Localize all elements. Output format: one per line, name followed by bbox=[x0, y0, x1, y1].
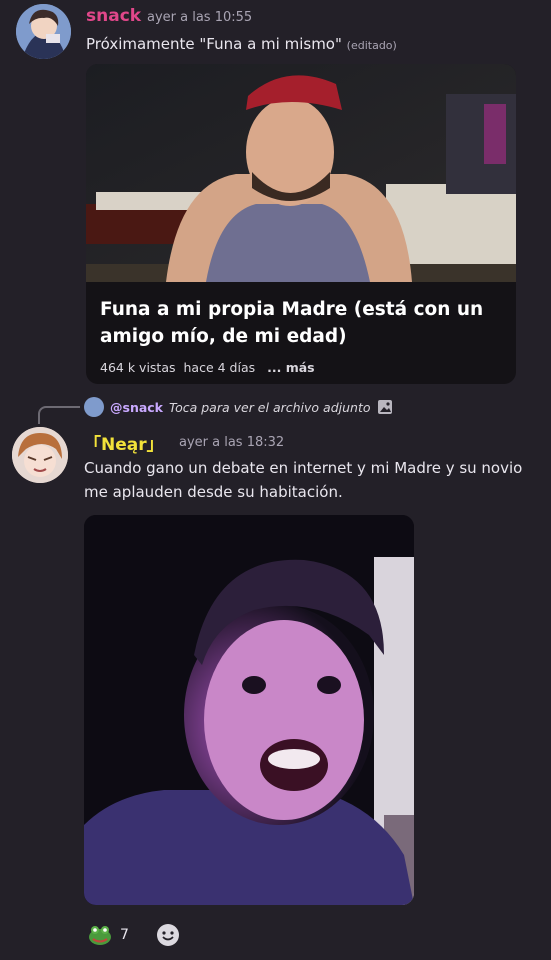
author-name[interactable]: snack bbox=[86, 6, 141, 26]
video-views: 464 k vistas bbox=[100, 360, 176, 375]
edited-tag: (editado) bbox=[346, 39, 397, 52]
frog-emoji-icon bbox=[88, 924, 112, 946]
video-thumbnail[interactable] bbox=[86, 64, 516, 282]
message-timestamp: ayer a las 10:55 bbox=[147, 10, 253, 25]
author-name-2[interactable]: 「Neąr」 bbox=[84, 430, 164, 455]
reply-mention[interactable]: @snack bbox=[110, 400, 163, 415]
video-more-link[interactable]: ... más bbox=[267, 360, 315, 375]
message-body: Próximamente "Funa a mi mismo" bbox=[86, 35, 342, 53]
message-text-2: Cuando gano un debate en internet y mi M… bbox=[84, 459, 523, 501]
message-timestamp-2: ayer a las 18:32 bbox=[179, 435, 285, 450]
author-avatar-2[interactable] bbox=[12, 427, 68, 483]
image-attachment-icon bbox=[377, 399, 393, 415]
author-avatar[interactable] bbox=[16, 4, 71, 59]
video-embed[interactable]: Funa a mi propia Madre (está con un amig… bbox=[86, 64, 516, 384]
reply-avatar bbox=[84, 397, 104, 417]
reply-preview[interactable]: @snack Toca para ver el archivo adjunto bbox=[84, 396, 393, 418]
reply-text: Toca para ver el archivo adjunto bbox=[169, 399, 371, 415]
video-title[interactable]: Funa a mi propia Madre (está con un amig… bbox=[100, 296, 500, 350]
reaction-pill[interactable]: 7 bbox=[88, 922, 129, 948]
add-reaction-icon[interactable] bbox=[156, 923, 180, 947]
reaction-count: 7 bbox=[120, 927, 129, 943]
video-age: hace 4 días bbox=[183, 360, 256, 375]
message-text: Próximamente "Funa a mi mismo" (editado) bbox=[86, 32, 397, 58]
video-meta: 464 k vistas hace 4 días ... más bbox=[100, 360, 315, 375]
image-attachment[interactable] bbox=[84, 515, 414, 905]
reply-connector bbox=[38, 406, 80, 424]
